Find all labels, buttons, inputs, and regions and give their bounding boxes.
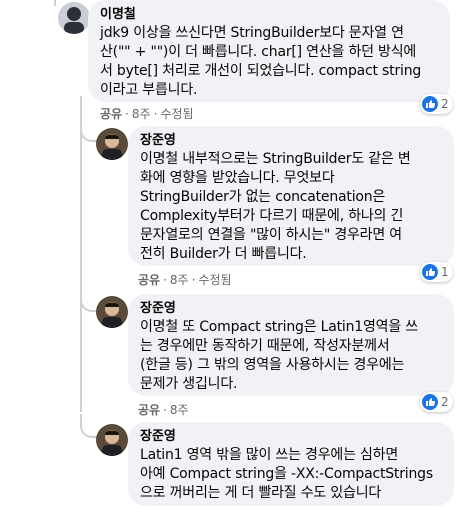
reaction-count[interactable]: 2	[420, 392, 453, 412]
comment-actions: 공유 · 8주	[138, 403, 189, 417]
comment-text: 이명철 내부적으로는 StringBuilder도 같은 변 화에 영향을 받았…	[140, 151, 411, 262]
reaction-count[interactable]: 1	[420, 262, 453, 282]
reaction-number: 2	[441, 97, 449, 111]
comment-text: jdk9 이상을 쓰신다면 StringBuilder보다 문자열 연 산(""…	[100, 25, 422, 98]
comment-text: Latin1 영역 밖을 많이 쓰는 경우에는 심하면 아예 Compact s…	[140, 447, 433, 501]
avatar[interactable]	[58, 2, 90, 34]
avatar[interactable]	[96, 424, 128, 456]
thread-line	[80, 96, 82, 412]
comment-bubble: 장준영 Latin1 영역 밖을 많이 쓰는 경우에는 심하면 아예 Compa…	[128, 422, 454, 506]
comment-author[interactable]: 장준영	[140, 428, 442, 446]
edited-label[interactable]: 수정됨	[160, 107, 193, 121]
comment-author[interactable]: 장준영	[140, 300, 442, 318]
reaction-number: 1	[441, 265, 449, 279]
comment-author[interactable]: 장준영	[140, 132, 442, 150]
comment-text: 이명철 또 Compact string은 Latin1영역을 쓰 는 경우에만…	[140, 319, 418, 392]
comment-actions: 공유 · 8주 · 수정됨	[138, 273, 232, 287]
like-icon	[422, 394, 438, 410]
comment-bubble: 장준영 이명철 내부적으로는 StringBuilder도 같은 변 화에 영향…	[128, 126, 454, 266]
share-link[interactable]: 공유	[138, 273, 160, 287]
thread-line	[54, 0, 56, 430]
avatar[interactable]	[96, 128, 128, 160]
share-link[interactable]: 공유	[138, 403, 160, 417]
share-link[interactable]: 공유	[100, 107, 122, 121]
like-icon	[422, 96, 438, 112]
avatar[interactable]	[96, 296, 128, 328]
like-icon	[422, 264, 438, 280]
timestamp[interactable]: 8주	[170, 273, 189, 287]
comment-bubble: 장준영 이명철 또 Compact string은 Latin1영역을 쓰 는 …	[128, 294, 454, 396]
comment-bubble: 이명철 jdk9 이상을 쓰신다면 StringBuilder보다 문자열 연 …	[88, 0, 450, 102]
edited-label[interactable]: 수정됨	[198, 273, 231, 287]
reaction-count[interactable]: 2	[420, 94, 453, 114]
comment-author[interactable]: 이명철	[100, 6, 438, 24]
comment-actions: 공유 · 8주 · 수정됨	[100, 107, 194, 121]
reaction-number: 2	[441, 395, 449, 409]
timestamp[interactable]: 8주	[132, 107, 151, 121]
timestamp[interactable]: 8주	[170, 403, 189, 417]
